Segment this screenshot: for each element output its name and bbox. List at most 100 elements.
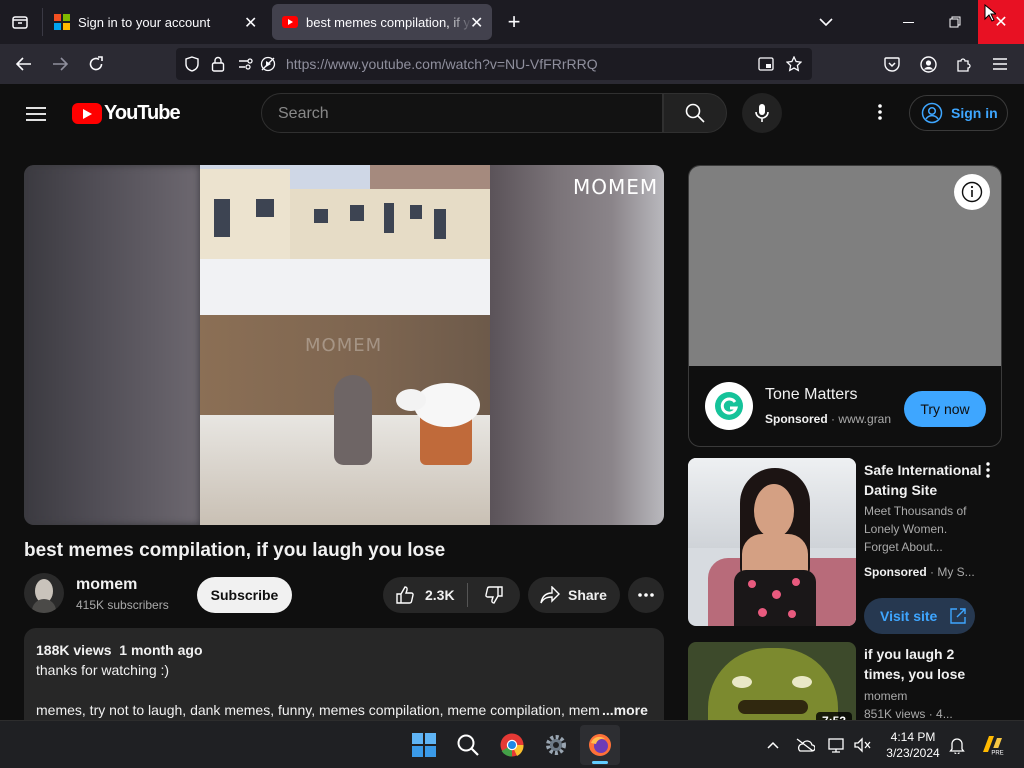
notification-bell-icon[interactable] xyxy=(946,735,968,755)
ad-info-button[interactable] xyxy=(954,174,990,210)
network-icon[interactable] xyxy=(826,735,848,755)
copilot-pre-icon[interactable]: PRE xyxy=(978,731,1006,759)
onedrive-icon[interactable] xyxy=(794,735,816,755)
sign-in-button[interactable]: Sign in xyxy=(909,95,1008,131)
shield-icon[interactable] xyxy=(182,54,202,74)
tab-title: Sign in to your account xyxy=(78,14,211,30)
youtube-favicon-icon xyxy=(282,16,298,28)
new-tab-icon[interactable]: + xyxy=(502,9,526,34)
channel-name[interactable]: momem xyxy=(76,576,137,594)
sponsored-menu-icon[interactable] xyxy=(978,460,998,480)
recommended-age: 4... xyxy=(936,707,953,720)
subscribe-button[interactable]: Subscribe xyxy=(197,577,292,613)
permissions-icon[interactable] xyxy=(236,54,256,74)
ad-domain: www.gran xyxy=(838,412,892,426)
thumbs-up-icon xyxy=(396,586,414,604)
show-more-link[interactable]: ...more xyxy=(602,702,648,718)
more-horizontal-icon xyxy=(638,593,654,597)
description-tags: memes, try not to laugh, dank memes, fun… xyxy=(36,702,600,718)
channel-avatar[interactable] xyxy=(24,573,64,613)
sponsored-thumbnail[interactable] xyxy=(688,458,856,626)
reload-icon[interactable] xyxy=(84,52,108,76)
recommended-title[interactable]: if you laugh 2 times, you lose xyxy=(864,644,965,684)
try-now-button[interactable]: Try now xyxy=(904,391,986,427)
upload-age: 1 month ago xyxy=(119,642,203,658)
picture-in-picture-icon[interactable] xyxy=(756,54,776,74)
tab-sign-in[interactable]: Sign in to your account ✕ xyxy=(46,0,268,44)
visit-site-button[interactable]: Visit site xyxy=(864,598,975,634)
recommended-views: 851K views xyxy=(864,707,926,720)
windows-start-icon[interactable] xyxy=(410,731,438,759)
bookmark-star-icon[interactable] xyxy=(784,54,804,74)
tab-list-icon[interactable] xyxy=(8,10,32,34)
sponsored-label: Sponsored xyxy=(765,412,828,426)
sign-in-label: Sign in xyxy=(951,105,998,121)
address-bar[interactable]: https://www.youtube.com/watch?v=NU-VfFRr… xyxy=(176,48,812,80)
share-button[interactable]: Share xyxy=(528,577,620,613)
description-box[interactable]: 188K views 1 month ago thanks for watchi… xyxy=(24,628,664,720)
firefox-icon xyxy=(589,734,611,756)
voice-search-button[interactable] xyxy=(742,93,782,133)
youtube-logo[interactable]: YouTube xyxy=(72,102,181,125)
youtube-page: YouTube Search Sign in MOMEM MOMEM best … xyxy=(0,84,1024,720)
recommended-title-line: times, you lose xyxy=(864,666,966,682)
volume-muted-icon[interactable] xyxy=(852,735,874,755)
taskbar-search-icon[interactable] xyxy=(454,731,482,759)
thumbs-down-icon xyxy=(485,586,503,604)
recommended-title-line: if you laugh 2 xyxy=(864,646,955,662)
close-tab-icon[interactable]: ✕ xyxy=(244,13,257,33)
firefox-taskbar-button[interactable] xyxy=(580,725,620,765)
external-link-icon xyxy=(950,608,967,624)
sponsored-byline: Sponsored · My S... xyxy=(864,565,975,579)
more-actions-button[interactable] xyxy=(628,577,664,613)
recommended-thumbnail[interactable]: 7:53 xyxy=(688,642,856,720)
menu-hamburger-icon[interactable] xyxy=(988,52,1012,76)
video-player[interactable]: MOMEM MOMEM xyxy=(24,165,664,525)
show-hidden-icons-icon[interactable] xyxy=(763,735,783,755)
url-text[interactable]: https://www.youtube.com/watch?v=NU-VfFRr… xyxy=(286,56,598,72)
sponsored-title-line: Dating Site xyxy=(864,482,938,498)
youtube-logo-icon xyxy=(72,103,102,124)
user-circle-icon xyxy=(921,102,943,124)
extensions-icon[interactable] xyxy=(952,52,976,76)
sponsored-desc-line: Meet Thousands of xyxy=(864,504,967,518)
microphone-icon xyxy=(755,104,769,122)
ad-card[interactable]: Tone Matters Sponsored · www.gran Try no… xyxy=(688,165,1002,447)
forward-icon[interactable] xyxy=(48,52,72,76)
search-input[interactable]: Search xyxy=(261,93,663,133)
sponsored-title-line: Safe International xyxy=(864,462,982,478)
close-tab-icon[interactable]: ✕ xyxy=(470,13,483,33)
search-placeholder: Search xyxy=(278,105,329,122)
chevron-down-icon[interactable] xyxy=(814,10,838,34)
video-duration: 7:53 xyxy=(816,712,852,720)
restore-window-icon[interactable] xyxy=(937,10,973,34)
clock-date: 3/23/2024 xyxy=(886,746,940,760)
advertiser-name: Tone Matters xyxy=(765,386,858,403)
advertiser-logo xyxy=(705,382,753,430)
dislike-button[interactable] xyxy=(469,577,519,613)
close-icon: ✕ xyxy=(994,14,1008,31)
account-icon[interactable] xyxy=(916,52,940,76)
search-icon xyxy=(685,103,705,123)
clock-time: 4:14 PM xyxy=(890,730,936,744)
sponsored-title[interactable]: Safe International Dating Site xyxy=(864,460,981,500)
tab-youtube-video[interactable]: best memes compilation, if you laugh you… xyxy=(272,4,492,40)
search-button[interactable] xyxy=(663,93,727,133)
like-dislike-group: 2.3K xyxy=(383,577,520,613)
info-icon xyxy=(961,181,983,203)
autoplay-blocked-icon[interactable] xyxy=(258,54,278,74)
svg-text:PRE: PRE xyxy=(991,751,1003,757)
visit-site-label: Visit site xyxy=(880,608,938,624)
chrome-icon[interactable] xyxy=(498,731,526,759)
back-icon[interactable] xyxy=(12,52,36,76)
system-clock[interactable]: 4:14 PM 3/23/2024 xyxy=(878,729,948,761)
sponsored-description: Meet Thousands of Lonely Women. Forget A… xyxy=(864,502,967,556)
pocket-icon[interactable] xyxy=(880,52,904,76)
like-button[interactable]: 2.3K xyxy=(383,577,467,613)
guide-menu-icon[interactable] xyxy=(22,100,50,128)
settings-more-icon[interactable] xyxy=(868,100,892,124)
minimize-window-icon[interactable] xyxy=(890,10,926,34)
settings-gear-icon[interactable] xyxy=(542,731,570,759)
logo-text: YouTube xyxy=(104,102,181,124)
lock-icon[interactable] xyxy=(208,54,228,74)
